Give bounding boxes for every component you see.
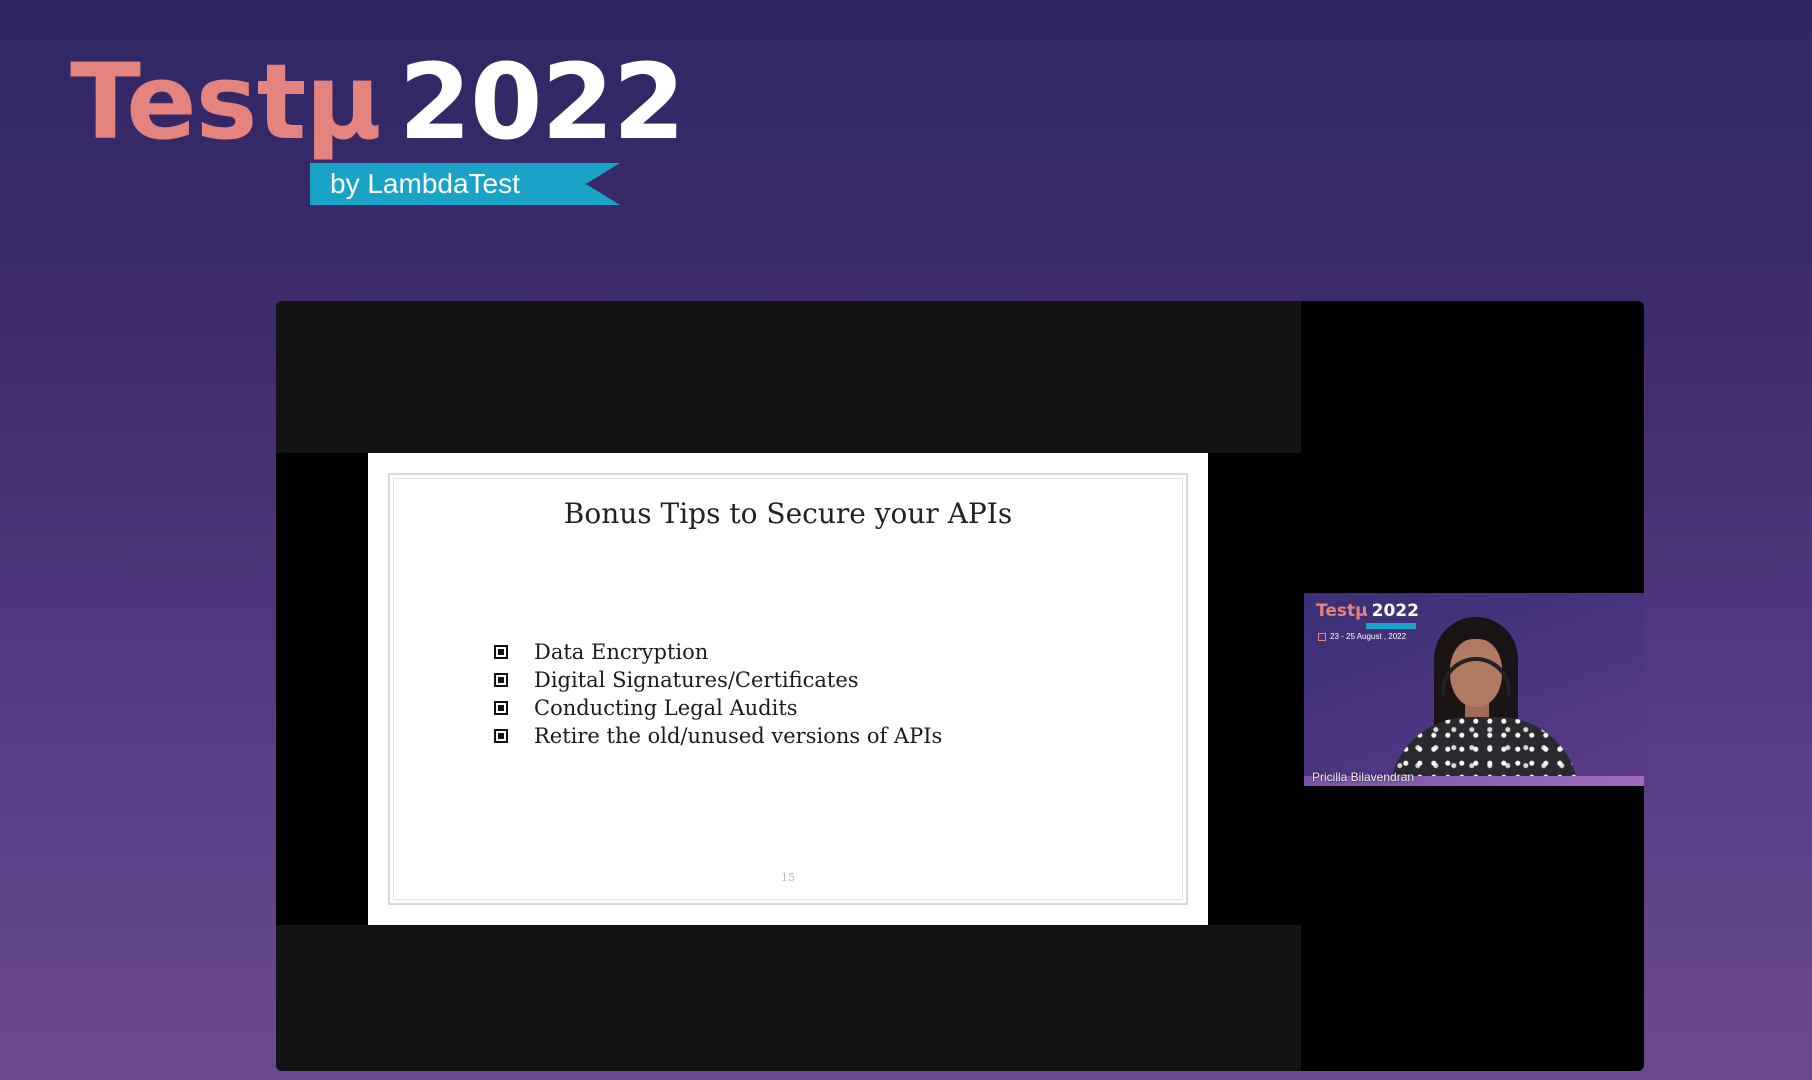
presentation-slide: Bonus Tips to Secure your APIs Data Encr…: [368, 453, 1208, 925]
event-logo-title: Testμ 2022: [70, 41, 685, 163]
speaker-figure: [1389, 617, 1579, 786]
speaker-video-tile[interactable]: Testμ 2022 23 - 25 August , 2022 Pricilla…: [1304, 593, 1644, 786]
slide-bullet-text: Retire the old/unused versions of APIs: [534, 724, 943, 748]
video-overlay-brand-word: Testμ: [1316, 601, 1368, 621]
speaker-name-label: Pricilla Bilavendran: [1312, 770, 1415, 784]
slide-bullet-text: Digital Signatures/Certificates: [534, 668, 859, 692]
slide-bullet-item: Data Encryption: [494, 638, 942, 666]
event-ribbon-text: by LambdaTest: [330, 168, 520, 199]
square-bullet-icon: [494, 673, 508, 687]
calendar-icon: [1318, 632, 1326, 641]
slide-page-number: 15: [781, 871, 795, 884]
square-bullet-icon: [494, 645, 508, 659]
event-ribbon: by LambdaTest: [310, 163, 620, 205]
event-year: 2022: [398, 41, 685, 163]
event-brand-word: Testμ: [70, 41, 382, 163]
slide-bullet-text: Data Encryption: [534, 640, 709, 664]
screen-share-area: Bonus Tips to Secure your APIs Data Encr…: [276, 301, 1301, 1071]
slide-bullet-text: Conducting Legal Audits: [534, 696, 798, 720]
slide-bullet-list: Data Encryption Digital Signatures/Certi…: [494, 638, 942, 750]
slide-bullet-item: Retire the old/unused versions of APIs: [494, 722, 942, 750]
square-bullet-icon: [494, 701, 508, 715]
square-bullet-icon: [494, 729, 508, 743]
slide-bullet-item: Digital Signatures/Certificates: [494, 666, 942, 694]
slide-bullet-item: Conducting Legal Audits: [494, 694, 942, 722]
slide-title: Bonus Tips to Secure your APIs: [563, 497, 1013, 530]
stage-container: Bonus Tips to Secure your APIs Data Encr…: [276, 301, 1644, 1071]
event-logo: Testμ 2022 by LambdaTest: [70, 42, 685, 212]
